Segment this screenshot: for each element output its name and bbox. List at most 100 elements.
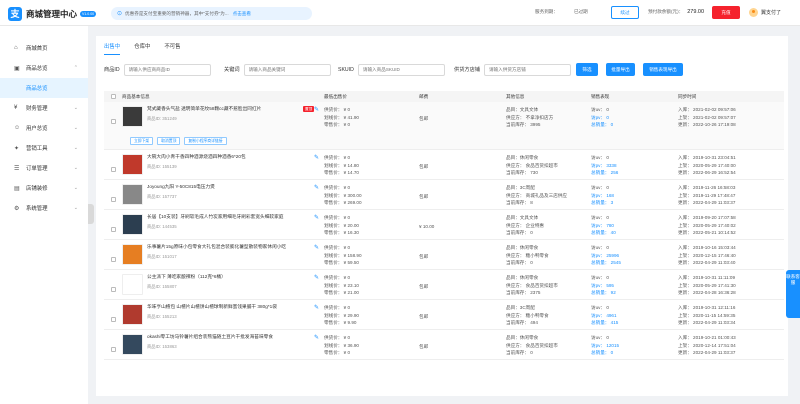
stock-in-time: 入库： 2019-10-31 12:11:16 xyxy=(678,305,736,310)
updated-time: 更新： 2022-04-29 11:03:37 xyxy=(678,200,736,205)
stock: 当前库存： 0 xyxy=(506,230,533,235)
row-actions: 立即下架 取消置顶 复制小程序商详链接 xyxy=(130,137,231,145)
sidebar-item[interactable]: ⚙ 系统管理 ⌄ xyxy=(0,198,88,218)
sidebar-item[interactable]: ✦ 营销工具 ⌄ xyxy=(0,138,88,158)
settings-icon: ⚙ xyxy=(14,205,20,212)
sidebar-item-label: 财务管理 xyxy=(26,106,48,112)
keyword-input[interactable] xyxy=(243,63,331,76)
product-name[interactable]: 大碗大肉小青干香四种酒源烧酒四种酒香6*20包 xyxy=(147,154,307,160)
contact-service-button[interactable]: 联系客服 xyxy=(786,270,800,318)
row-checkbox[interactable] xyxy=(110,317,116,322)
search-button[interactable]: 筛选 xyxy=(576,63,598,76)
product-name[interactable]: 长居【10支装】牙刷软毛成人竹炭家用细毛牙刷彩套宽头细软家庭 xyxy=(147,214,307,220)
notice-text: 优惠券是支付宝重要的营销神器，其中"支付券"为... xyxy=(125,10,229,16)
product-id: 商品ID: 155213 xyxy=(147,314,177,319)
sidebar-item[interactable]: ⌂ 商城首页 xyxy=(0,38,88,58)
product-id: 商品ID: 157737 xyxy=(147,194,177,199)
tab-on-sale[interactable]: 出售中 xyxy=(104,42,121,55)
chevron-up-icon: ⌃ xyxy=(73,65,78,71)
edit-icon[interactable]: ✎ xyxy=(314,154,319,161)
logo[interactable]: 支 商城管理中心 V1.0.00 xyxy=(8,7,97,21)
edit-icon[interactable]: ✎ xyxy=(314,274,319,281)
product-thumbnail[interactable] xyxy=(122,274,143,295)
listed-time: 上架： 2020-11-15 14:59:35 xyxy=(678,312,736,318)
sidebar-item-label: 用户总览 xyxy=(26,126,48,132)
suggest-price: 划线价： ¥ 300.00 xyxy=(324,192,362,198)
table-row: 大碗大肉小青干香四种酒源烧酒四种酒香6*20包 商品ID: 155139 ✎ 供货价：… xyxy=(104,150,784,180)
edit-icon[interactable]: ✎ xyxy=(314,184,319,191)
product-thumbnail[interactable] xyxy=(122,304,143,325)
product-id: 商品ID: 153863 xyxy=(147,344,177,349)
product-id-input[interactable] xyxy=(123,63,211,76)
row-action-button[interactable]: 取消置顶 xyxy=(157,137,181,145)
select-all-checkbox[interactable] xyxy=(110,94,116,99)
stock: 当前库存： 8 xyxy=(506,200,533,205)
top-bar: 支 商城管理中心 V1.0.00 ⊙ 优惠券是支付宝重要的营销神器，其中"支付券… xyxy=(0,0,800,26)
row-checkbox[interactable] xyxy=(110,197,116,202)
edit-icon[interactable]: ✎ xyxy=(314,214,319,221)
product-name[interactable]: 公主派下 薄吃家酿辣粉（112克*6桶） xyxy=(147,274,307,280)
stock-in-time: 入库： 2019-10-31 23:04:51 xyxy=(678,155,736,160)
product-thumbnail[interactable] xyxy=(122,184,143,205)
row-checkbox[interactable] xyxy=(110,119,116,124)
user-menu[interactable]: 翼支付了 xyxy=(749,8,781,17)
edit-icon[interactable]: ✎ xyxy=(314,334,319,341)
sidebar-item[interactable]: ☰ 订单管理 ⌄ xyxy=(0,158,88,178)
supply-price: 供货价： ¥ 0 xyxy=(324,275,351,280)
col-sales: 销售表现 xyxy=(591,93,610,99)
stock: 当前库存： 0 xyxy=(506,260,533,265)
row-checkbox[interactable] xyxy=(110,257,116,262)
supply-price: 供货价： ¥ 0 xyxy=(324,305,351,310)
sidebar-item[interactable]: ▤ 店铺装修 ⌄ xyxy=(0,178,88,198)
table-header: 商品基本信息 最低出售价 邮费 其他信息 销售表现 同步时间 xyxy=(104,91,784,102)
col-mail: 邮费 xyxy=(419,93,429,99)
sidebar-item[interactable]: ▣ 商品总览 ⌃ xyxy=(0,58,88,78)
sales-export-button[interactable]: 销售表现导出 xyxy=(643,63,683,76)
category: 品目：休闲零食 xyxy=(506,245,539,250)
category: 品目：3C周配 xyxy=(506,185,535,190)
retail-price: 零售价： ¥ 0 xyxy=(324,350,351,355)
vendor-input[interactable] xyxy=(483,63,571,76)
total-sales: 总销量： 415 xyxy=(591,320,619,325)
product-thumbnail[interactable] xyxy=(122,154,143,175)
sidebar-collapse-handle[interactable] xyxy=(88,204,94,224)
product-name[interactable]: Joyoung九阳 Y-50C815电压力煲 xyxy=(147,184,307,190)
category: 品目：文具文体 xyxy=(506,215,539,220)
sidebar-subitem-product-overview[interactable]: 商品总览 xyxy=(0,78,88,98)
edit-icon[interactable]: ✎ xyxy=(314,304,319,311)
notice-bar[interactable]: ⊙ 优惠券是支付宝重要的营销神器，其中"支付券"为... 点击查看 xyxy=(111,7,312,20)
batch-export-button[interactable]: 批量导出 xyxy=(606,63,635,76)
product-name[interactable]: 乐事薯片15g原味小包零食大礼包混合装膨化薯型散装物家休闲小吃 xyxy=(147,244,307,250)
version-badge: V1.0.00 xyxy=(80,11,97,17)
sidebar-item-label: 营销工具 xyxy=(26,146,48,152)
skuid-input[interactable] xyxy=(357,63,445,76)
row-action-button[interactable]: 立即下架 xyxy=(130,137,154,145)
supply-price: 供货价： ¥ 0 xyxy=(324,215,351,220)
notice-link[interactable]: 点击查看 xyxy=(233,11,251,17)
stock-in-time: 入库： 2019-10-16 15:03:44 xyxy=(678,245,736,250)
total-sales: 总销量： 0 xyxy=(591,122,614,127)
row-checkbox[interactable] xyxy=(110,227,116,232)
product-name[interactable]: 梵式藏香头气盐 透明简单花纹58颗cc藏不惹脸出同红片 xyxy=(147,106,307,112)
row-checkbox[interactable] xyxy=(110,347,116,352)
tab-warehouse[interactable]: 仓库中 xyxy=(134,42,150,55)
product-name[interactable]: okashi零工坊马铃薯片组合装熊猫随土豆片干批发海苔味零食 xyxy=(147,334,307,340)
renew-button[interactable]: 续过 xyxy=(611,6,639,19)
sidebar-item[interactable]: ¥ 财务管理 ⌄ xyxy=(0,98,88,118)
row-action-button[interactable]: 复制小程序商详链接 xyxy=(184,137,227,145)
row-checkbox[interactable] xyxy=(110,287,116,292)
tab-unsellable[interactable]: 不可售 xyxy=(164,42,180,55)
edit-icon[interactable]: ✎ xyxy=(314,106,319,113)
product-thumbnail[interactable] xyxy=(122,214,143,235)
retail-price: 零售价： ¥ 14.70 xyxy=(324,170,359,175)
charge-button[interactable]: 充值 xyxy=(712,6,740,19)
product-thumbnail[interactable] xyxy=(122,244,143,265)
product-thumbnail[interactable] xyxy=(122,334,143,355)
product-thumbnail[interactable] xyxy=(122,106,143,127)
edit-icon[interactable]: ✎ xyxy=(314,244,319,251)
product-name[interactable]: 华味亨山楂包 山楂片山楂饼山楂球制新鲜蜜饯果脯干 380g*1袋 xyxy=(147,304,307,310)
updated-time: 更新： 2022-06-29 16:52:54 xyxy=(678,170,736,175)
main-panel: 出售中 仓库中 不可售 商品ID 关键词 SKUID 供货方店铺 筛选 批量导出… xyxy=(96,36,788,396)
sidebar-item[interactable]: ☺ 用户总览 ⌄ xyxy=(0,118,88,138)
row-checkbox[interactable] xyxy=(110,167,116,172)
